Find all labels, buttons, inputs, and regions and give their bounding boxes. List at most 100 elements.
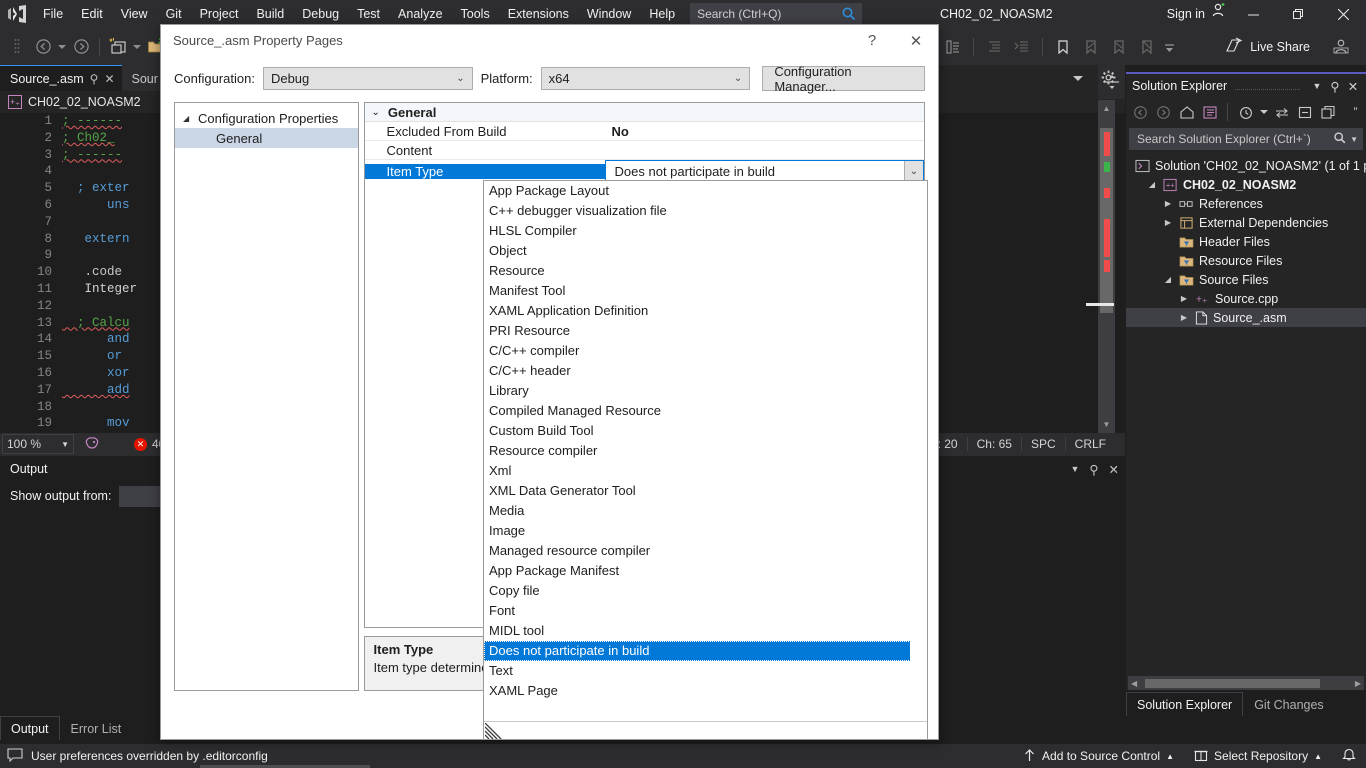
properties-window-icon[interactable] xyxy=(1318,101,1339,123)
document-tab-source-cpp[interactable]: Sour xyxy=(121,65,165,91)
dropdown-option-manifest-tool[interactable]: Manifest Tool xyxy=(484,281,927,301)
dialog-tree-item-general[interactable]: General xyxy=(175,128,358,148)
dropdown-option-pri-resource[interactable]: PRI Resource xyxy=(484,321,927,341)
next-bookmark-icon[interactable] xyxy=(1106,34,1132,60)
solution-explorer-search[interactable]: Search Solution Explorer (Ctrl+`) ▼ xyxy=(1129,128,1363,150)
editor-vertical-scrollbar[interactable]: ▲ ▼ xyxy=(1098,100,1115,433)
new-project-icon[interactable] xyxy=(105,34,131,60)
dropdown-option-midl-tool[interactable]: MIDL tool xyxy=(484,621,927,641)
property-row-excluded-from-build[interactable]: Excluded From Build No xyxy=(364,122,924,141)
pin-output-icon[interactable]: ⚲ xyxy=(1089,462,1098,477)
menu-item-file[interactable]: File xyxy=(34,0,72,28)
toolbar-overflow-icon[interactable] xyxy=(1162,34,1176,60)
tree-item-solution-ch02-02-noasm2-1-of-1-p[interactable]: Solution 'CH02_02_NOASM2' (1 of 1 p xyxy=(1126,156,1366,175)
expander-icon[interactable]: ▶ xyxy=(1162,218,1174,227)
dropdown-option-c-c-compiler[interactable]: C/C++ compiler xyxy=(484,341,927,361)
tree-item-external-dependencies[interactable]: ▶ External Dependencies xyxy=(1126,213,1366,232)
quick-launch-search[interactable]: Search (Ctrl+Q) xyxy=(690,3,863,25)
dropdown-option-c-debugger-visualization-file[interactable]: C++ debugger visualization file xyxy=(484,201,927,221)
output-pane-controls[interactable]: ▼ ⚲ ✕ xyxy=(1070,456,1119,482)
dropdown-option-resource-compiler[interactable]: Resource compiler xyxy=(484,441,927,461)
dropdown-option-xml[interactable]: Xml xyxy=(484,461,927,481)
add-to-source-control-button[interactable]: Add to Source Control ▲ xyxy=(1013,744,1184,768)
pending-changes-icon[interactable] xyxy=(1235,101,1256,123)
platform-select[interactable]: x64 ⌄ xyxy=(540,67,751,90)
dialog-close-button[interactable]: ✕ xyxy=(894,25,938,56)
tab-error-list[interactable]: Error List xyxy=(59,716,133,740)
configuration-manager-button[interactable]: Configuration Manager... xyxy=(762,64,925,94)
item-type-dropdown-list[interactable]: App Package Layout C++ debugger visualiza… xyxy=(483,180,928,740)
collapse-all-icon[interactable] xyxy=(1295,101,1316,123)
chevron-down-icon-item-type[interactable]: ⌄ xyxy=(904,161,923,181)
dropdown-option-xaml-application-definition[interactable]: XAML Application Definition xyxy=(484,301,927,321)
menu-item-edit[interactable]: Edit xyxy=(72,0,112,28)
decrease-indent-icon[interactable] xyxy=(981,34,1007,60)
previous-bookmark-icon[interactable] xyxy=(1078,34,1104,60)
scroll-left-arrow-icon[interactable]: ◀ xyxy=(1128,679,1137,688)
dialog-help-button[interactable]: ? xyxy=(850,25,894,56)
tab-output[interactable]: Output xyxy=(0,716,60,740)
configuration-select[interactable]: Debug ⌄ xyxy=(262,67,473,90)
back-icon[interactable] xyxy=(1130,101,1151,123)
tree-item-source-asm[interactable]: ▶ Source_.asm xyxy=(1126,308,1366,327)
dropdown-option-custom-build-tool[interactable]: Custom Build Tool xyxy=(484,421,927,441)
tree-item-ch02-02-noasm2[interactable]: ◢ ++ CH02_02_NOASM2 xyxy=(1126,175,1366,194)
dropdown-option-compiled-managed-resource[interactable]: Compiled Managed Resource xyxy=(484,401,927,421)
dropdown-option-c-c-header[interactable]: C/C++ header xyxy=(484,361,927,381)
solution-hscroll-thumb[interactable] xyxy=(1145,679,1320,688)
expander-icon[interactable]: ▶ xyxy=(1162,199,1174,208)
minimize-button[interactable] xyxy=(1231,0,1276,28)
expander-icon[interactable]: ◢ xyxy=(183,114,193,123)
dropdown-option-library[interactable]: Library xyxy=(484,381,927,401)
property-category-general[interactable]: ⌄ General xyxy=(364,103,924,122)
tree-item-header-files[interactable]: Header Files xyxy=(1126,232,1366,251)
dialog-title-buttons[interactable]: ? ✕ xyxy=(850,25,938,56)
line-ending-indicator[interactable]: CRLF xyxy=(1064,437,1115,451)
comment-selection-icon[interactable] xyxy=(940,34,966,60)
navigate-forward-icon[interactable] xyxy=(68,34,94,60)
dropdown-option-text[interactable]: Text xyxy=(484,661,927,681)
editor-settings-gear-icon[interactable] xyxy=(1101,70,1116,88)
dropdown-option-xml-data-generator-tool[interactable]: XML Data Generator Tool xyxy=(484,481,927,501)
navigate-backward-icon[interactable] xyxy=(30,34,56,60)
editor-overflow-dropdown-icon[interactable] xyxy=(1072,72,1084,86)
restore-button[interactable] xyxy=(1276,0,1321,28)
document-tab-source-asm[interactable]: Source_.asm ⚲ ✕ xyxy=(0,65,122,91)
tree-item-source-files[interactable]: ◢ Source Files xyxy=(1126,270,1366,289)
clear-bookmarks-icon[interactable] xyxy=(1134,34,1160,60)
output-dropdown-icon[interactable]: ▼ xyxy=(1070,464,1079,474)
close-panel-icon[interactable]: ✕ xyxy=(1344,79,1362,94)
close-output-icon[interactable]: ✕ xyxy=(1109,462,1119,477)
dropdown-option-hlsl-compiler[interactable]: HLSL Compiler xyxy=(484,221,927,241)
pin-tab-icon[interactable]: ⚲ xyxy=(90,72,99,86)
toolbar-grip-icon[interactable] xyxy=(4,34,30,60)
new-project-dropdown-icon[interactable] xyxy=(131,34,143,60)
column-indicator[interactable]: Ch: 65 xyxy=(966,437,1021,451)
tab-solution-explorer[interactable]: Solution Explorer xyxy=(1126,692,1244,716)
increase-indent-icon[interactable] xyxy=(1009,34,1035,60)
window-controls[interactable] xyxy=(1231,0,1366,28)
pin-panel-icon[interactable]: ⚲ xyxy=(1326,79,1344,94)
property-value[interactable]: Does not participate in build ⌄ xyxy=(604,160,924,182)
menu-item-view[interactable]: View xyxy=(112,0,157,28)
dropdown-scrollbar[interactable] xyxy=(910,181,927,723)
expander-icon[interactable]: ◢ xyxy=(1146,180,1158,189)
dropdown-option-app-package-manifest[interactable]: App Package Manifest xyxy=(484,561,927,581)
dialog-tree-item-configuration-properties[interactable]: ◢ Configuration Properties xyxy=(175,108,358,128)
dropdown-resize-grip[interactable] xyxy=(484,721,927,739)
dropdown-option-media[interactable]: Media xyxy=(484,501,927,521)
notifications-button[interactable] xyxy=(1332,744,1366,768)
dropdown-option-does-not-participate-in-build[interactable]: Does not participate in build xyxy=(484,641,927,661)
dropdown-option-xaml-page[interactable]: XAML Page xyxy=(484,681,927,701)
tree-item-resource-files[interactable]: Resource Files xyxy=(1126,251,1366,270)
se-toolbar-overflow-icon[interactable]: ” xyxy=(1345,101,1366,123)
solution-view-icon[interactable] xyxy=(1199,101,1220,123)
forward-icon[interactable] xyxy=(1153,101,1174,123)
scroll-down-arrow-icon[interactable]: ▼ xyxy=(1098,416,1115,433)
solution-tree[interactable]: Solution 'CH02_02_NOASM2' (1 of 1 p ◢ ++ CH… xyxy=(1126,152,1366,327)
search-options-dropdown-icon[interactable]: ▼ xyxy=(1350,135,1358,144)
dropdown-option-image[interactable]: Image xyxy=(484,521,927,541)
dropdown-option-object[interactable]: Object xyxy=(484,241,927,261)
select-repository-button[interactable]: Select Repository ▲ xyxy=(1184,744,1332,768)
close-tab-icon[interactable]: ✕ xyxy=(104,72,114,86)
